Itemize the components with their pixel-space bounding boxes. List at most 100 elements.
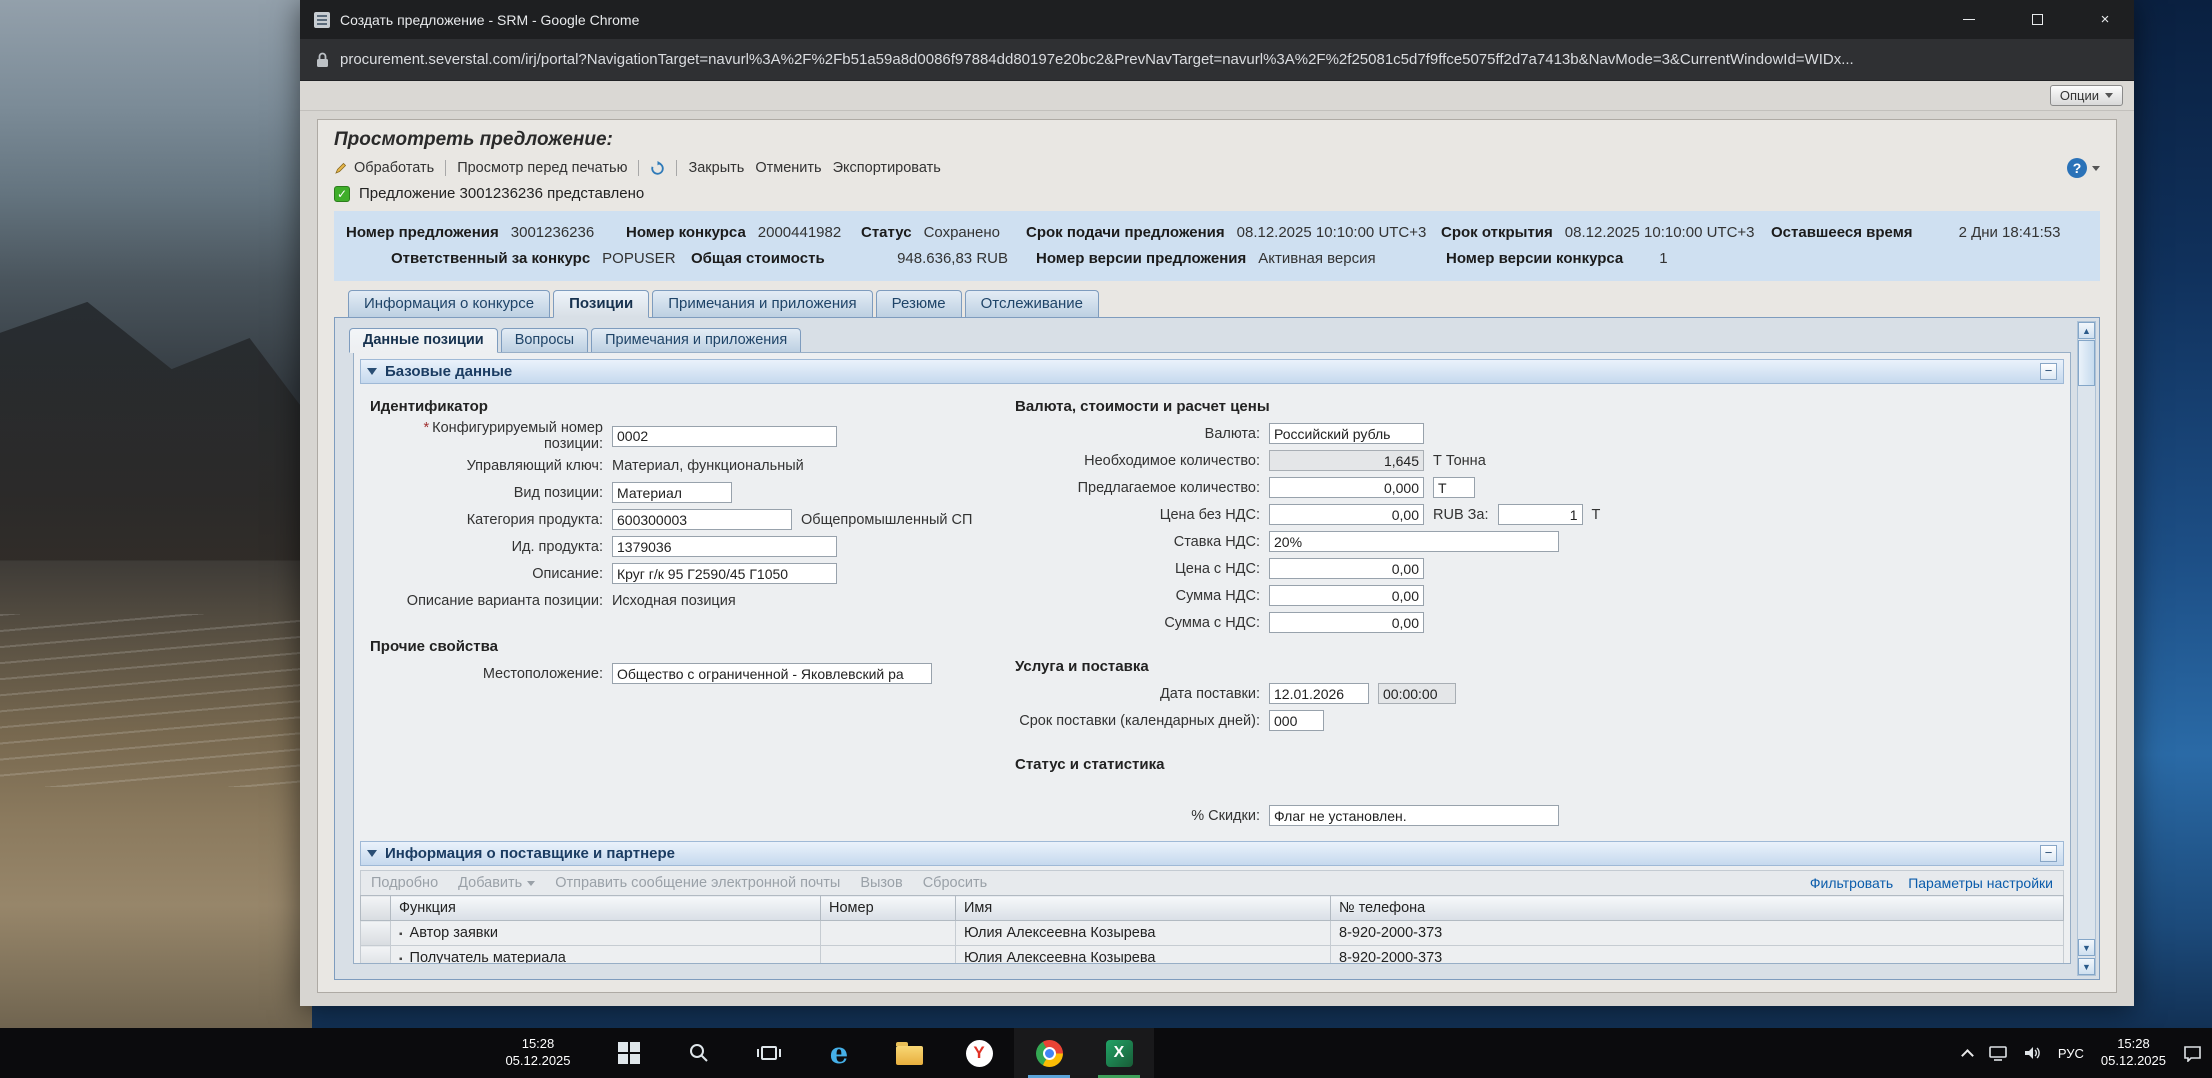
info-value: 08.12.2025 10:10:00 UTC+3	[1236, 224, 1427, 241]
add-button[interactable]: Добавить	[458, 875, 536, 891]
taskbar-clock[interactable]: 15:28 05.12.2025	[2101, 1036, 2166, 1070]
address-bar[interactable]: procurement.severstal.com/irj/portal?Nav…	[300, 39, 2134, 81]
clock-date: 05.12.2025	[505, 1052, 571, 1068]
basic-data-section-header[interactable]: Базовые данные −	[360, 359, 2064, 384]
field-label: Описание:	[532, 565, 603, 582]
language-indicator[interactable]: РУС	[2058, 1046, 2084, 1061]
total-with-vat-input[interactable]	[1269, 612, 1424, 633]
required-quantity-input[interactable]	[1269, 450, 1424, 471]
excel-button[interactable]: X	[1084, 1028, 1154, 1078]
window-titlebar[interactable]: Создать предложение - SRM - Google Chrom…	[300, 0, 2134, 39]
column-function[interactable]: Функция	[390, 895, 821, 921]
tray-expand-icon[interactable]	[1961, 1048, 1974, 1062]
chevron-down-icon	[2105, 93, 2113, 98]
tab-positions[interactable]: Позиции	[553, 290, 650, 318]
product-id-input[interactable]	[612, 536, 837, 557]
cell-name: Юлия Алексеевна Козырева	[955, 945, 1331, 963]
offered-quantity-unit-input[interactable]	[1433, 477, 1475, 498]
subtab-questions[interactable]: Вопросы	[500, 328, 589, 352]
start-button[interactable]	[594, 1028, 664, 1078]
export-button[interactable]: Экспортировать	[833, 160, 941, 176]
task-view-button[interactable]	[734, 1028, 804, 1078]
column-number[interactable]: Номер	[820, 895, 956, 921]
taskbar-clock-left[interactable]: 15:28 05.12.2025	[492, 1036, 584, 1070]
tab-tracking[interactable]: Отслеживание	[964, 290, 1099, 317]
network-icon[interactable]	[1989, 1045, 2007, 1061]
search-button[interactable]	[664, 1028, 734, 1078]
chevron-down-icon[interactable]	[2092, 165, 2100, 171]
page-title: Просмотреть предложение:	[334, 129, 613, 150]
discount-input[interactable]	[1269, 805, 1559, 826]
url-text[interactable]: procurement.severstal.com/irj/portal?Nav…	[340, 51, 2116, 68]
price-per-input[interactable]	[1497, 504, 1583, 525]
print-preview-button[interactable]: Просмотр перед печатью	[457, 160, 627, 176]
reset-button[interactable]: Сбросить	[923, 875, 987, 891]
location-input[interactable]	[612, 663, 932, 684]
column-name[interactable]: Имя	[955, 895, 1331, 921]
close-page-button[interactable]: Закрыть	[688, 160, 744, 176]
tab-summary[interactable]: Резюме	[875, 290, 962, 317]
lock-icon[interactable]	[316, 52, 329, 68]
currency-input[interactable]	[1269, 423, 1424, 444]
column-phone[interactable]: № телефона	[1330, 895, 2064, 921]
file-explorer-button[interactable]	[874, 1028, 944, 1078]
call-button[interactable]: Вызов	[860, 875, 902, 891]
offered-quantity-input[interactable]	[1269, 477, 1424, 498]
config-item-number-input[interactable]	[612, 425, 837, 447]
select-all-column[interactable]	[360, 895, 391, 921]
task-view-icon	[757, 1046, 781, 1060]
app-toolbar: Обработать Просмотр перед печатью Закрыт…	[318, 153, 2116, 182]
tab-competition-info[interactable]: Информация о конкурсе	[348, 290, 551, 317]
product-category-input[interactable]	[612, 509, 792, 530]
edit-button[interactable]: Обработать	[334, 160, 434, 176]
chrome-button[interactable]	[1014, 1028, 1084, 1078]
collapse-section-button[interactable]: −	[2040, 845, 2057, 862]
table-row[interactable]: ▪ Получатель материала Юлия Алексеевна Ко…	[360, 945, 2064, 963]
minimize-button[interactable]	[1940, 0, 1998, 39]
net-price-input[interactable]	[1269, 504, 1424, 525]
internet-explorer-button[interactable]: e	[804, 1028, 874, 1078]
volume-icon[interactable]	[2024, 1045, 2041, 1061]
scroll-bottom-button[interactable]: ▼	[2078, 958, 2095, 975]
collapse-section-button[interactable]: −	[2040, 363, 2057, 380]
yandex-browser-button[interactable]: Y	[944, 1028, 1014, 1078]
settings-link[interactable]: Параметры настройки	[1908, 875, 2053, 891]
system-tray: РУС 15:28 05.12.2025	[1961, 1028, 2202, 1078]
filter-link[interactable]: Фильтровать	[1810, 875, 1893, 891]
details-button[interactable]: Подробно	[371, 875, 438, 891]
refresh-button[interactable]	[650, 160, 665, 176]
options-button[interactable]: Опции	[2049, 85, 2123, 106]
row-selector[interactable]	[360, 945, 391, 963]
partner-table: Функция Номер Имя № телефона ▪ Автор заяв…	[360, 895, 2064, 963]
delivery-date-input[interactable]	[1269, 683, 1369, 704]
info-value: 1	[1659, 250, 1668, 267]
price-with-vat-input[interactable]	[1269, 558, 1424, 579]
subtab-notes-attachments[interactable]: Примечания и приложения	[591, 328, 802, 352]
delivery-days-input[interactable]	[1269, 710, 1324, 731]
notification-icon[interactable]	[2183, 1045, 2202, 1062]
maximize-button[interactable]	[2008, 0, 2066, 39]
portal-header: Опции	[300, 81, 2134, 111]
send-email-button[interactable]: Отправить сообщение электронной почты	[555, 875, 840, 891]
vertical-scrollbar[interactable]: ▲ ▼ ▼	[2077, 321, 2096, 976]
partner-section-header[interactable]: Информация о поставщике и партнере −	[360, 841, 2064, 866]
info-label: Номер версии конкурса	[1446, 250, 1624, 267]
form-row: Вид позиции:	[362, 479, 1007, 506]
form-row: Описание:	[362, 560, 1007, 587]
help-button[interactable]: ?	[2067, 158, 2087, 178]
scroll-down-button[interactable]: ▼	[2078, 939, 2095, 956]
vat-rate-input[interactable]	[1269, 531, 1559, 552]
delivery-time-input[interactable]	[1378, 683, 1456, 704]
vat-amount-input[interactable]	[1269, 585, 1424, 606]
info-field: Номер версии конкурса 1	[1446, 246, 2088, 272]
cancel-button[interactable]: Отменить	[755, 160, 821, 176]
tab-notes-attachments[interactable]: Примечания и приложения	[652, 290, 873, 317]
close-button[interactable]: ×	[2076, 0, 2134, 39]
row-selector[interactable]	[360, 920, 391, 946]
cell-number	[820, 945, 956, 963]
subtab-position-data[interactable]: Данные позиции	[349, 328, 498, 353]
description-input[interactable]	[612, 563, 837, 584]
table-row[interactable]: ▪ Автор заявки Юлия Алексеевна Козырева 8…	[360, 920, 2064, 946]
form-row: Местоположение:	[362, 660, 1007, 687]
item-type-input[interactable]	[612, 482, 732, 503]
